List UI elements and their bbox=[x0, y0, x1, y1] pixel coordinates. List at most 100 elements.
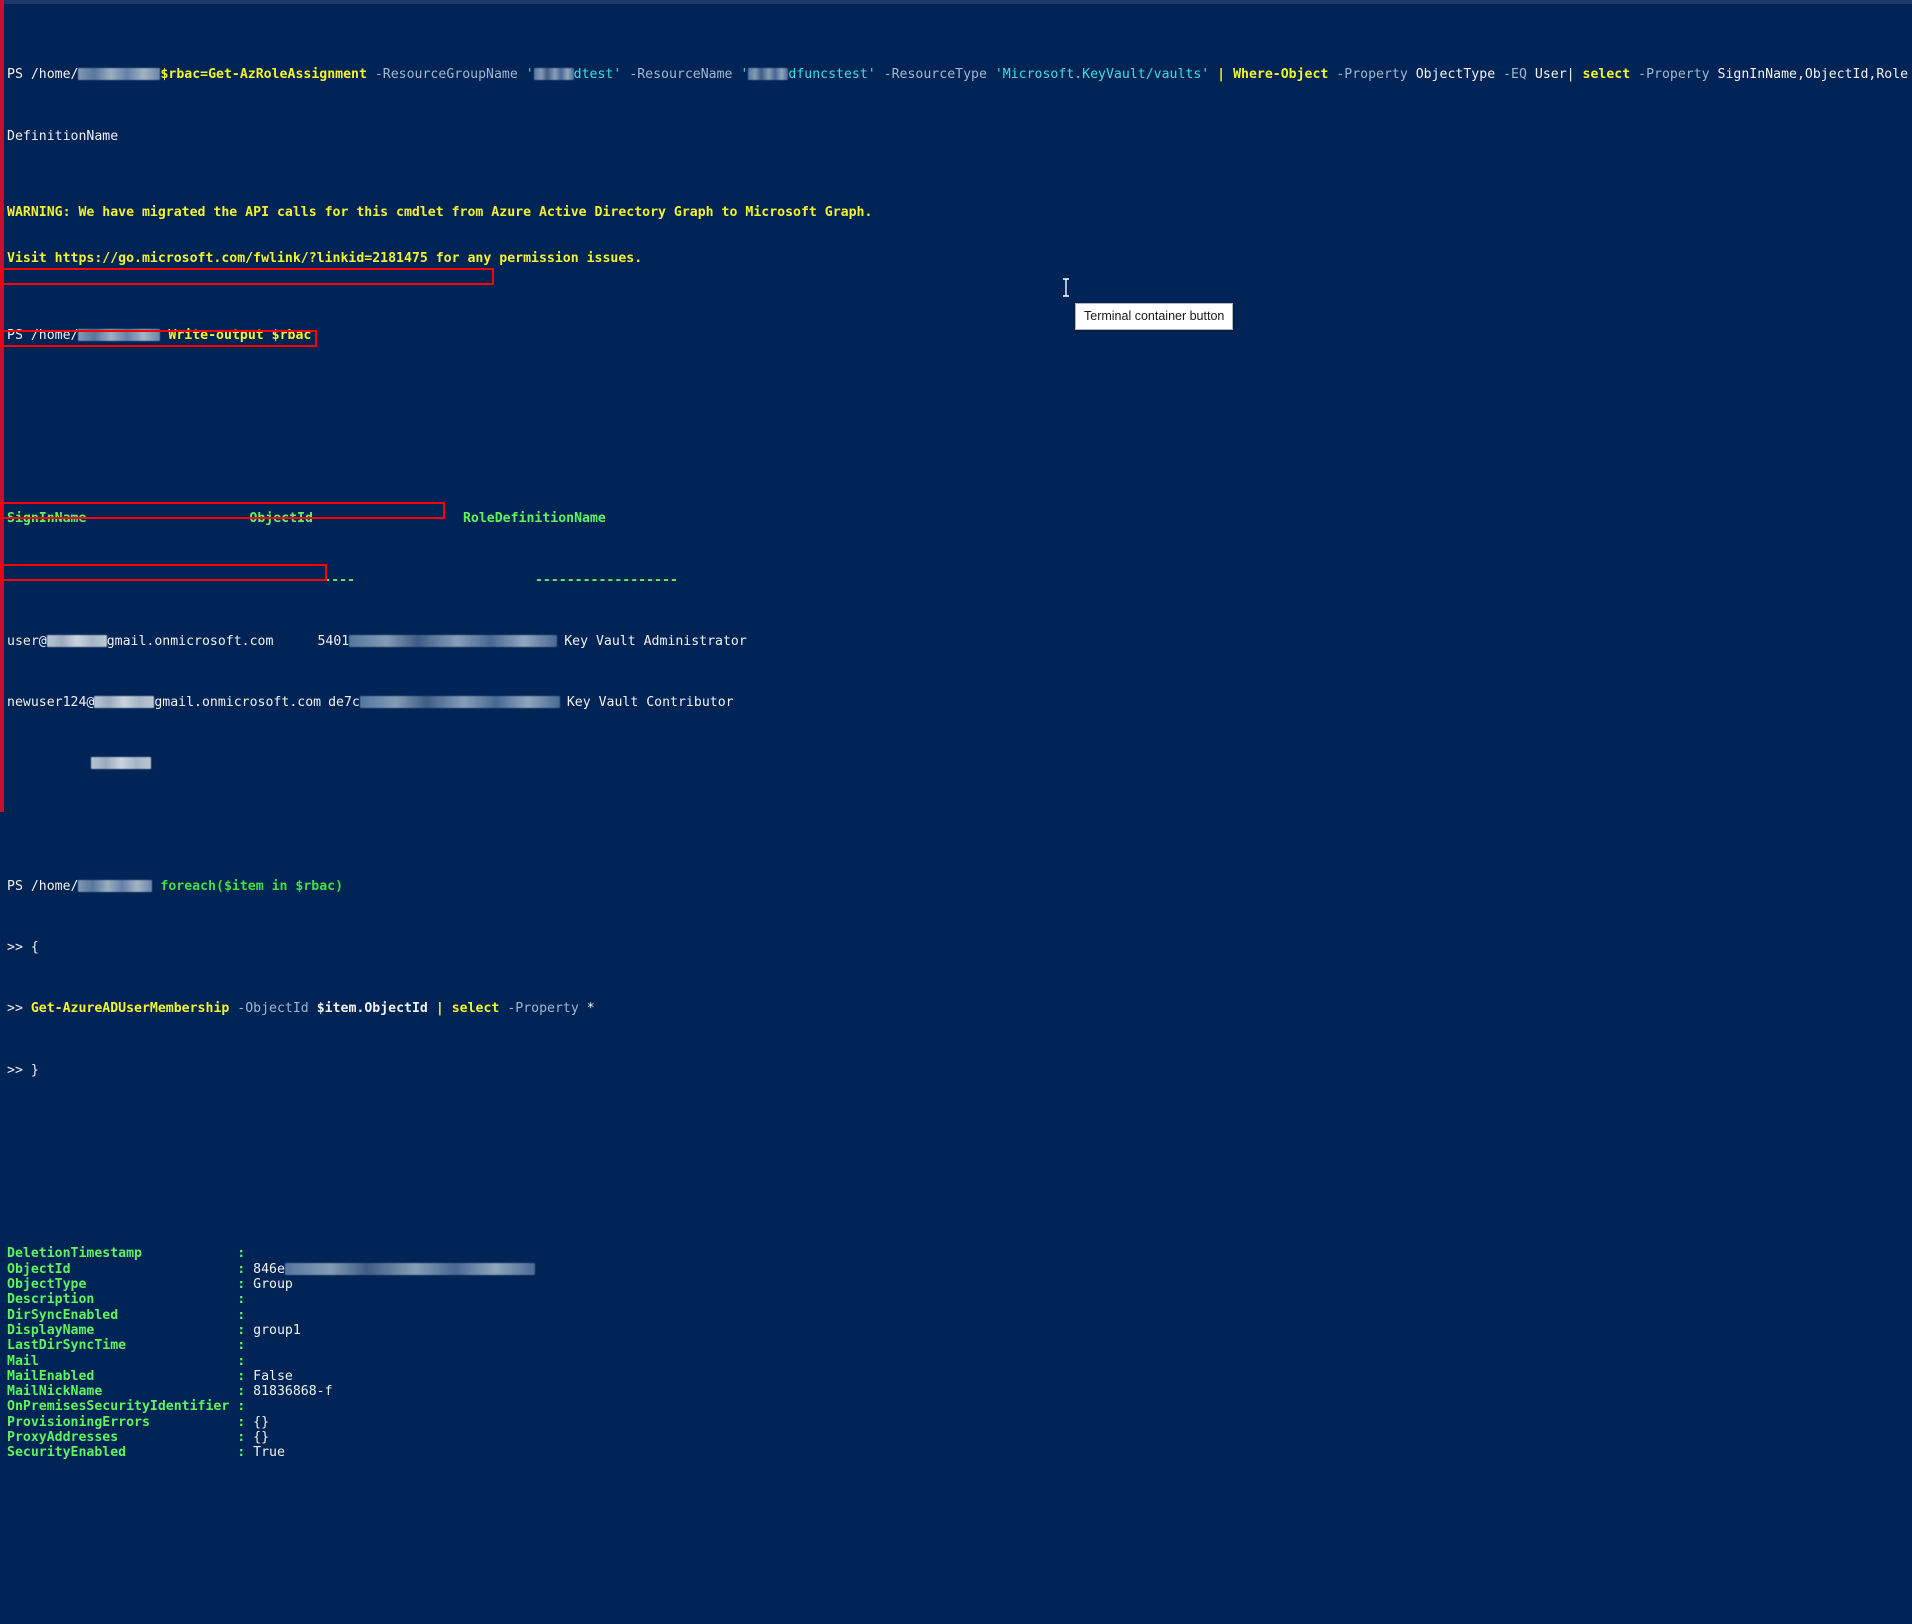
value-user: User| bbox=[1534, 67, 1575, 83]
cell-signinname-suffix: gmail.onmicrosoft.com bbox=[106, 633, 274, 649]
blank-line bbox=[7, 756, 1912, 771]
table-rule-row: ---------- -------- ------------------ bbox=[7, 573, 1912, 588]
cell-objectid-prefix: 5401 bbox=[317, 633, 350, 649]
property-row: ObjectId : 846e bbox=[7, 1262, 1912, 1277]
property-value: group1 bbox=[245, 1322, 301, 1338]
property-value: False bbox=[245, 1368, 293, 1384]
continuation-line-1: >> { bbox=[7, 940, 1912, 955]
property-value: {} bbox=[245, 1430, 270, 1446]
cmdlet-select-1: select bbox=[1582, 67, 1631, 83]
property-separator: : bbox=[237, 1322, 246, 1338]
property-row: DeletionTimestamp : bbox=[7, 1246, 1912, 1261]
property-separator: : bbox=[237, 1399, 246, 1415]
rule-roledefinitionname: ------------------ bbox=[534, 572, 678, 588]
rule-signinname: ---------- bbox=[7, 572, 87, 588]
property-row: Mail : bbox=[7, 1354, 1912, 1369]
property-name: ProvisioningErrors bbox=[7, 1414, 238, 1430]
property-value: {} bbox=[245, 1414, 270, 1430]
continuation-line-2: >> Get-AzureADUserMembership -ObjectId $… bbox=[7, 1001, 1912, 1016]
cell-roledefinitionname: Key Vault Contributor bbox=[566, 695, 734, 711]
param-objectid: -ObjectId bbox=[237, 1001, 309, 1017]
redacted-objectid bbox=[349, 634, 558, 647]
param-resource-name: -ResourceName bbox=[629, 67, 733, 83]
property-name: ProxyAddresses bbox=[7, 1430, 238, 1446]
prompt-prefix: PS /home/ bbox=[7, 67, 79, 83]
redacted-signin-domain bbox=[94, 696, 155, 709]
property-name: ObjectType bbox=[7, 1276, 238, 1292]
pipe-symbol-2: | bbox=[435, 1001, 444, 1017]
property-separator: : bbox=[237, 1414, 246, 1430]
property-row: DirSyncEnabled : bbox=[7, 1308, 1912, 1323]
property-name: Description bbox=[7, 1292, 238, 1308]
value-objecttype: ObjectType bbox=[1415, 67, 1496, 83]
property-name: LastDirSyncTime bbox=[7, 1338, 238, 1354]
cell-roledefinitionname: Key Vault Administrator bbox=[564, 633, 747, 649]
redacted-wrap-remnant bbox=[91, 757, 151, 770]
property-name: Mail bbox=[7, 1353, 238, 1369]
property-row: LastDirSyncTime : bbox=[7, 1338, 1912, 1353]
terminal-output-area[interactable]: PS /home/ $rbac=Get-AzRoleAssignment -Res… bbox=[0, 4, 1912, 1624]
i-beam-cursor bbox=[1063, 278, 1069, 297]
command-line-1: PS /home/ $rbac=Get-AzRoleAssignment -Res… bbox=[7, 67, 1909, 83]
property-separator: : bbox=[237, 1353, 246, 1369]
property-separator: : bbox=[237, 1338, 246, 1354]
continuation-prompt: >> bbox=[7, 1062, 31, 1078]
property-name: MailEnabled bbox=[7, 1368, 238, 1384]
column-header-signinname: SignInName bbox=[7, 511, 87, 527]
property-value: 846e bbox=[245, 1261, 285, 1277]
table-row: user@ gmail.onmicrosoft.com 5401 Key Vault … bbox=[7, 634, 1912, 649]
param-property-3: -Property bbox=[507, 1001, 579, 1017]
redacted-username-2 bbox=[78, 328, 161, 341]
keyword-foreach: foreach($item in $rbac) bbox=[160, 878, 344, 894]
property-separator: : bbox=[237, 1246, 246, 1262]
prompt-prefix-3: PS /home/ bbox=[7, 878, 79, 894]
cell-signinname-prefix: user@ bbox=[7, 633, 47, 649]
value-resource-group-name: dtest' bbox=[573, 67, 622, 83]
pipe-symbol-1: | bbox=[1217, 67, 1226, 83]
column-header-roledefinitionname: RoleDefinitionName bbox=[462, 511, 606, 527]
property-value: 81836868-f bbox=[245, 1384, 333, 1400]
property-name: DirSyncEnabled bbox=[7, 1307, 238, 1323]
cmdlet-where-object: Where-Object bbox=[1233, 67, 1329, 83]
property-row: SecurityEnabled : True bbox=[7, 1445, 1912, 1460]
table-row: newuser124@ gmail.onmicrosoft.com de7c Key … bbox=[7, 695, 1912, 710]
property-separator: : bbox=[237, 1276, 246, 1292]
property-separator: : bbox=[237, 1384, 246, 1400]
value-resource-name: dfuncstest' bbox=[788, 67, 876, 83]
property-row: Description : bbox=[7, 1292, 1912, 1307]
tooltip-label: Terminal container button bbox=[1084, 309, 1225, 323]
command-assign-rbac: $rbac=Get-AzRoleAssignment bbox=[160, 67, 367, 83]
command-write-output: Write-output $rbac bbox=[168, 327, 312, 343]
param-resource-type: -ResourceType bbox=[883, 67, 987, 83]
value-all-properties: * bbox=[586, 1001, 595, 1017]
property-row: ProxyAddresses : {} bbox=[7, 1430, 1912, 1445]
property-row: ProvisioningErrors : {} bbox=[7, 1415, 1912, 1430]
cell-signinname-prefix: newuser124@ bbox=[7, 695, 95, 711]
property-value: True bbox=[245, 1445, 285, 1461]
property-separator: : bbox=[237, 1307, 246, 1323]
redacted-username bbox=[78, 68, 161, 81]
property-row: MailEnabled : False bbox=[7, 1369, 1912, 1384]
terminal-window[interactable]: PS /home/ $rbac=Get-AzRoleAssignment -Res… bbox=[0, 0, 1912, 1460]
property-row: DisplayName : group1 bbox=[7, 1323, 1912, 1338]
continuation-prompt: >> bbox=[7, 1001, 31, 1017]
command-line-1-wrap: DefinitionName bbox=[7, 129, 1912, 144]
column-header-objectid: ObjectId bbox=[249, 511, 313, 527]
table-header-row: SignInName ObjectId RoleDefinitionName bbox=[7, 511, 1912, 526]
property-value: Group bbox=[245, 1276, 293, 1292]
param-property-1: -Property bbox=[1336, 67, 1408, 83]
redacted-resourcegroup-prefix bbox=[533, 68, 574, 81]
prompt-prefix-2: PS /home/ bbox=[7, 327, 79, 343]
window-left-accent-bar bbox=[0, 0, 4, 812]
continuation-prompt: >> bbox=[7, 940, 31, 956]
redacted-value bbox=[284, 1262, 535, 1275]
property-row: ObjectType : Group bbox=[7, 1277, 1912, 1292]
value-select-properties: SignInName,ObjectId,Role bbox=[1717, 67, 1909, 83]
value-item-objectid: $item.ObjectId bbox=[316, 1001, 428, 1017]
